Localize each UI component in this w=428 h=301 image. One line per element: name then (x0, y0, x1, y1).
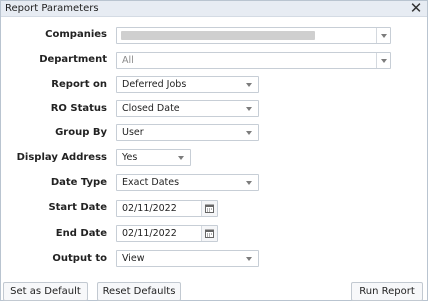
output-to-select[interactable]: View (116, 250, 259, 267)
dialog-titlebar: Report Parameters ✕ (1, 0, 427, 17)
ro-status-value: Closed Date (122, 103, 180, 114)
chevron-down-icon (381, 59, 387, 63)
report-on-value: Deferred Jobs (122, 79, 187, 90)
dialog-title: Report Parameters (5, 3, 99, 14)
report-on-label: Report on (51, 79, 107, 90)
start-date-input[interactable]: 02/11/2022 (116, 200, 218, 217)
end-date-input[interactable]: 02/11/2022 (116, 225, 218, 242)
chevron-down-icon (178, 156, 184, 160)
ro-status-select[interactable]: Closed Date (116, 100, 259, 117)
group-by-value: User (122, 127, 144, 138)
group-by-label: Group By (55, 127, 107, 138)
run-report-button[interactable]: Run Report (351, 282, 423, 301)
start-date-label: Start Date (48, 202, 107, 213)
calendar-icon (205, 204, 214, 213)
display-address-label: Display Address (16, 152, 107, 163)
chevron-down-icon (246, 131, 252, 135)
companies-label: Companies (45, 29, 107, 40)
chevron-down-icon (246, 83, 252, 87)
date-type-label: Date Type (50, 177, 107, 188)
output-to-label: Output to (52, 253, 107, 264)
department-select[interactable]: All (116, 52, 391, 69)
group-by-select[interactable]: User (116, 124, 259, 141)
date-type-value: Exact Dates (122, 177, 180, 188)
end-date-label: End Date (55, 228, 107, 239)
start-date-calendar-button[interactable] (201, 201, 217, 216)
reset-defaults-button[interactable]: Reset Defaults (97, 282, 181, 301)
close-icon[interactable]: ✕ (408, 0, 424, 17)
department-dropdown-button[interactable] (376, 53, 390, 68)
chevron-down-icon (246, 107, 252, 111)
department-label: Department (39, 54, 107, 65)
date-type-select[interactable]: Exact Dates (116, 174, 259, 191)
start-date-value: 02/11/2022 (122, 203, 177, 214)
report-on-select[interactable]: Deferred Jobs (116, 76, 259, 93)
report-parameters-dialog: Report Parameters ✕ Companies Department… (0, 0, 428, 301)
ro-status-label: RO Status (50, 103, 107, 114)
set-as-default-button[interactable]: Set as Default (3, 282, 88, 301)
display-address-value: Yes (122, 152, 138, 163)
display-address-select[interactable]: Yes (116, 149, 191, 166)
department-value: All (122, 55, 134, 66)
chevron-down-icon (246, 257, 252, 261)
chevron-down-icon (246, 181, 252, 185)
end-date-calendar-button[interactable] (201, 226, 217, 241)
end-date-value: 02/11/2022 (122, 228, 177, 239)
chevron-down-icon (381, 34, 387, 38)
output-to-value: View (122, 253, 145, 264)
companies-redacted-value (121, 31, 315, 40)
calendar-icon (205, 229, 214, 238)
companies-select[interactable] (116, 27, 391, 44)
companies-dropdown-button[interactable] (376, 28, 390, 43)
